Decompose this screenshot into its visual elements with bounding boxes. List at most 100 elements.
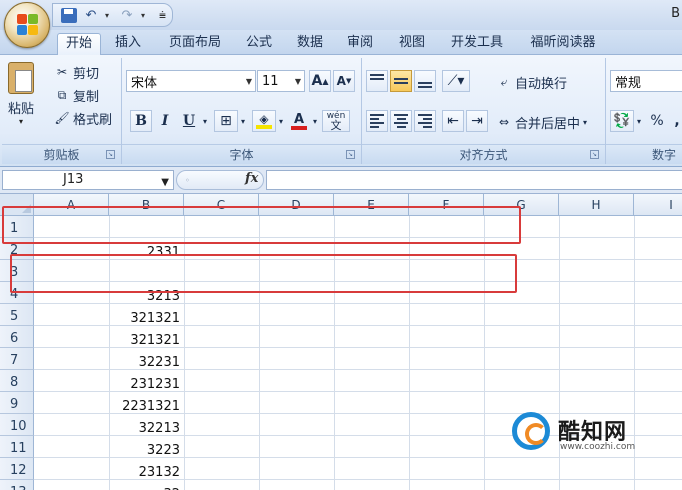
table-cell[interactable]: 2231321 [109,392,182,414]
table-cell[interactable]: 321321 [109,326,182,348]
italic-button[interactable]: I [154,110,176,132]
font-size-select[interactable]: 11 ▼ [257,70,305,92]
redo-icon[interactable]: ↷ [117,6,137,24]
insert-function-button[interactable]: fx [245,171,258,186]
column-header-i[interactable]: I [634,194,682,216]
ribbon: 粘贴 ▾ ✂ 剪切 ⧉ 复制 🖌 格式刷 剪贴板 ↘ 宋体 ▼ 11 ▼ A▲ [0,55,682,167]
row-header[interactable]: 5 [0,304,34,326]
font-color-swatch [291,125,307,130]
alignment-group-label: 对齐方式 [362,144,605,164]
name-box-value: J13 [63,172,84,187]
grow-font-button[interactable]: A ▲ [309,70,331,92]
table-cell[interactable]: 3223 [109,436,182,458]
font-group: 宋体 ▼ 11 ▼ A ▲ A ▼ B I U ▾ ⊞ ▾ ◈ ▾ A ▾ wé… [122,58,362,164]
formula-input[interactable] [266,170,682,190]
paint-bucket-icon: ◈ [259,112,269,126]
tab-formulas[interactable]: 公式 [240,33,278,55]
row-header[interactable]: 13 [0,480,34,490]
align-bottom-button[interactable] [414,70,436,92]
tab-view[interactable]: 视图 [392,33,432,55]
font-name-select[interactable]: 宋体 ▼ [126,70,256,92]
shrink-font-button[interactable]: A ▼ [333,70,355,92]
row-header[interactable]: 6 [0,326,34,348]
underline-button[interactable]: U [178,110,200,132]
table-cell[interactable]: 321321 [109,304,182,326]
row-header[interactable]: 9 [0,392,34,414]
phonetic-button[interactable]: wén 文 [322,110,350,132]
table-cell[interactable]: 23132 [109,458,182,480]
paste-dropdown-icon: ▾ [19,117,24,126]
tab-review[interactable]: 审阅 [340,33,380,55]
wrap-text-icon: ⤶ [500,74,508,89]
row-header[interactable]: 12 [0,458,34,480]
tab-insert[interactable]: 插入 [108,33,148,55]
row-header[interactable]: 8 [0,370,34,392]
copy-icon: ⧉ [57,87,67,102]
align-center-button[interactable] [390,110,412,132]
customize-toolbar-icon[interactable]: ⩧ [159,8,166,23]
merge-cells-icon: ⇔ [498,115,510,129]
font-group-label: 字体 [122,144,361,164]
redo-dropdown-icon[interactable]: ▾ [141,11,149,20]
number-format-select[interactable]: 常规 [610,70,682,92]
accounting-dropdown-icon[interactable]: ▾ [634,110,644,132]
orientation-button[interactable]: ⟋▾ [442,70,470,92]
paste-button[interactable]: 粘贴 ▾ [8,62,34,126]
tab-page-layout[interactable]: 页面布局 [160,33,230,55]
column-header-h[interactable]: H [559,194,634,216]
alignment-group: ⟋▾ ⇤ ⇥ ⤶ 自动换行 ⇔ 合并后居中 ▾ 对齐方式 ↘ [362,58,606,164]
font-color-button[interactable]: A [288,110,310,132]
accounting-format-button[interactable]: 💱 [610,110,634,132]
undo-dropdown-icon[interactable]: ▾ [105,11,113,20]
alignment-launcher-icon[interactable]: ↘ [590,150,599,159]
comma-style-button[interactable]: , [668,110,682,132]
format-painter-button[interactable]: 🖌 格式刷 [54,108,112,128]
row-header[interactable]: 7 [0,348,34,370]
align-top-button[interactable] [366,70,388,92]
table-cell[interactable]: 32231 [109,348,182,370]
tab-data[interactable]: 数据 [290,33,330,55]
undo-icon[interactable]: ↶ [81,6,101,24]
name-box[interactable]: J13 ▼ [2,170,174,190]
row-header[interactable]: 10 [0,414,34,436]
chevron-down-icon: ▼ [245,77,252,86]
tab-home[interactable]: 开始 [57,33,101,56]
bold-button[interactable]: B [130,110,152,132]
brush-icon: 🖌 [54,111,70,125]
border-dropdown-icon[interactable]: ▾ [238,110,248,132]
align-right-icon [418,114,432,128]
table-cell[interactable]: 32213 [109,414,182,436]
font-color-dropdown-icon[interactable]: ▾ [310,110,320,132]
tab-foxit-reader[interactable]: 福昕阅读器 [522,33,604,55]
currency-icon: 💱 [613,113,631,129]
clipboard-launcher-icon[interactable]: ↘ [106,150,115,159]
clipboard-group-label: 剪贴板 [2,144,121,164]
align-left-button[interactable] [366,110,388,132]
table-cell[interactable]: 32 [109,480,182,490]
align-middle-button[interactable] [390,70,412,92]
percent-button[interactable]: % [646,110,668,132]
tab-developer[interactable]: 开发工具 [444,33,510,55]
wrap-text-button[interactable]: ⤶ 自动换行 [496,72,567,92]
splitter-grip-icon[interactable]: ◦ [185,176,190,185]
merge-center-button[interactable]: ⇔ 合并后居中 ▾ [496,112,587,132]
fill-color-dropdown-icon[interactable]: ▾ [276,110,286,132]
row-header[interactable]: 11 [0,436,34,458]
table-cell[interactable]: 231231 [109,370,182,392]
watermark: 酷知网 www.coozhi.com [512,402,662,458]
office-button[interactable] [4,2,50,48]
cut-button[interactable]: ✂ 剪切 [54,62,99,82]
increase-indent-button[interactable]: ⇥ [466,110,488,132]
phonetic-icon: 文 [330,119,342,132]
align-right-button[interactable] [414,110,436,132]
underline-dropdown-icon[interactable]: ▾ [200,110,210,132]
font-launcher-icon[interactable]: ↘ [346,150,355,159]
highlight-box-row-1 [2,206,521,244]
copy-button[interactable]: ⧉ 复制 [54,85,99,105]
save-icon[interactable] [61,7,77,23]
decrease-indent-button[interactable]: ⇤ [442,110,464,132]
chevron-down-icon: ▼ [161,177,169,188]
office-logo-icon [17,14,39,36]
fill-color-button[interactable]: ◈ [252,110,276,132]
border-button[interactable]: ⊞ [214,110,238,132]
